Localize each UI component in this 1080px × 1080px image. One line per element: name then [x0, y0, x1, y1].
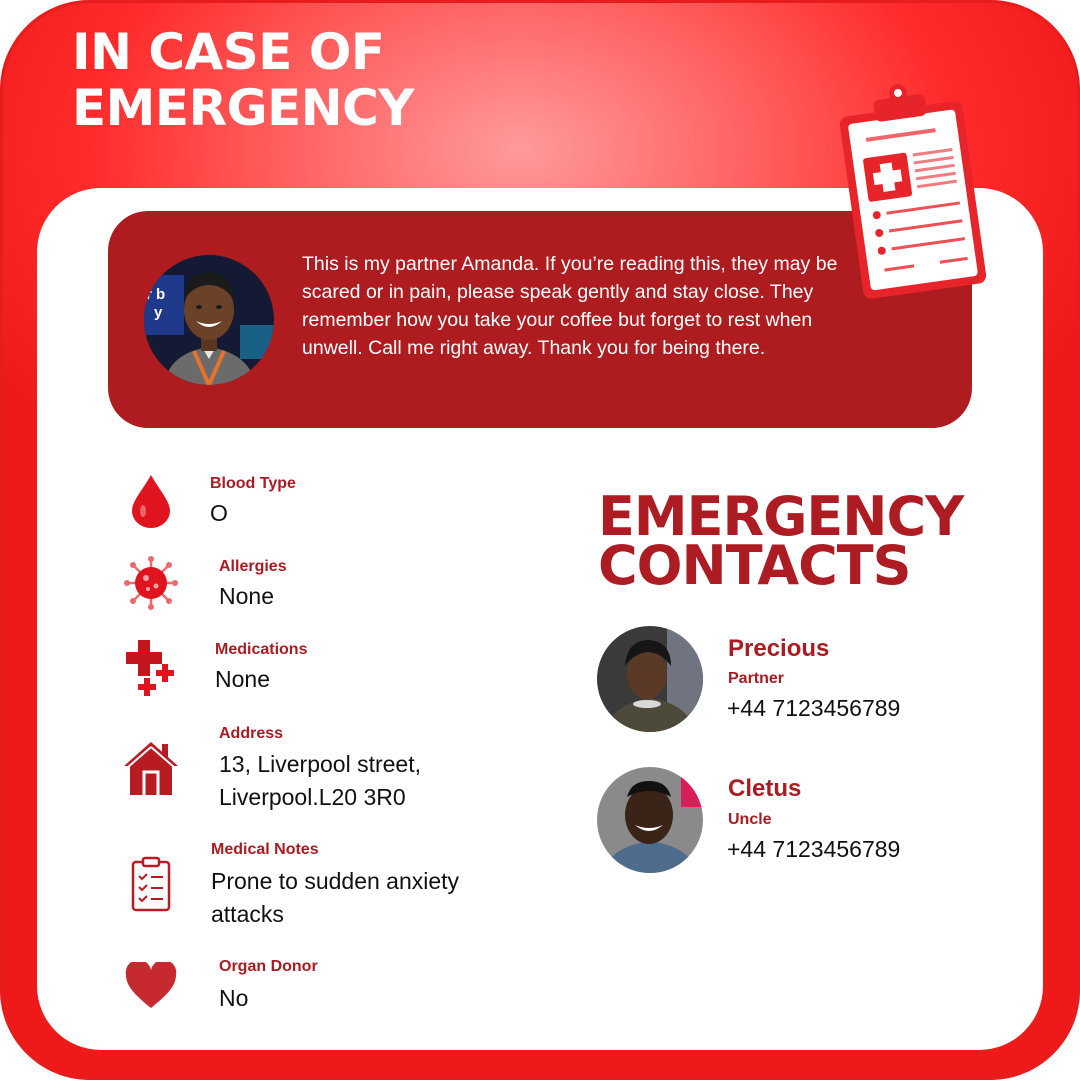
- contact-name-precious: Precious: [728, 635, 830, 662]
- blood-type-value: O: [210, 500, 228, 526]
- clipboard-icon: [834, 82, 990, 304]
- address-value: 13, Liverpool street, Liverpool.L20 3R0: [219, 751, 422, 810]
- house-icon: [122, 740, 180, 800]
- title-line-1: IN CASE OF: [72, 23, 385, 81]
- contact-phone-cletus[interactable]: +44 7123456789: [727, 836, 900, 863]
- medical-cross-icon: [126, 640, 176, 700]
- contact-name-cletus: Cletus: [728, 775, 802, 802]
- heart-icon: [125, 959, 177, 1014]
- blood-type-label: Blood Type: [210, 475, 296, 492]
- banner-message: This is my partner Amanda. If you’re rea…: [302, 253, 838, 359]
- germ-icon: [124, 556, 178, 614]
- photo-sign-text-2: y: [154, 304, 163, 321]
- medical-notes-value: Prone to sudden anxiety attacks: [211, 868, 460, 927]
- page-title: IN CASE OF EMERGENCY: [72, 23, 415, 137]
- address-label: Address: [219, 725, 284, 742]
- allergies-label: Allergies: [219, 558, 287, 575]
- contact-relation-precious: Partner: [728, 670, 785, 687]
- amanda-avatar: r b y: [144, 255, 274, 385]
- emergency-contacts-heading: EMERGENCY CONTACTS: [598, 490, 964, 597]
- blood-drop-icon: [130, 473, 172, 533]
- title-line-2: EMERGENCY: [72, 79, 415, 137]
- checklist-icon: [131, 856, 171, 916]
- medications-value: None: [215, 666, 270, 692]
- contact-phone-precious[interactable]: +44 7123456789: [727, 695, 900, 722]
- contact-avatar-precious: [597, 626, 703, 732]
- allergies-value: None: [219, 583, 274, 609]
- contact-relation-cletus: Uncle: [728, 811, 772, 828]
- organ-donor-value: No: [219, 985, 249, 1011]
- medications-label: Medications: [215, 641, 308, 658]
- ec-title-line-2: CONTACTS: [598, 534, 912, 597]
- contact-avatar-cletus: [597, 767, 703, 873]
- organ-donor-label: Organ Donor: [219, 958, 318, 975]
- medical-notes-label: Medical Notes: [211, 841, 319, 858]
